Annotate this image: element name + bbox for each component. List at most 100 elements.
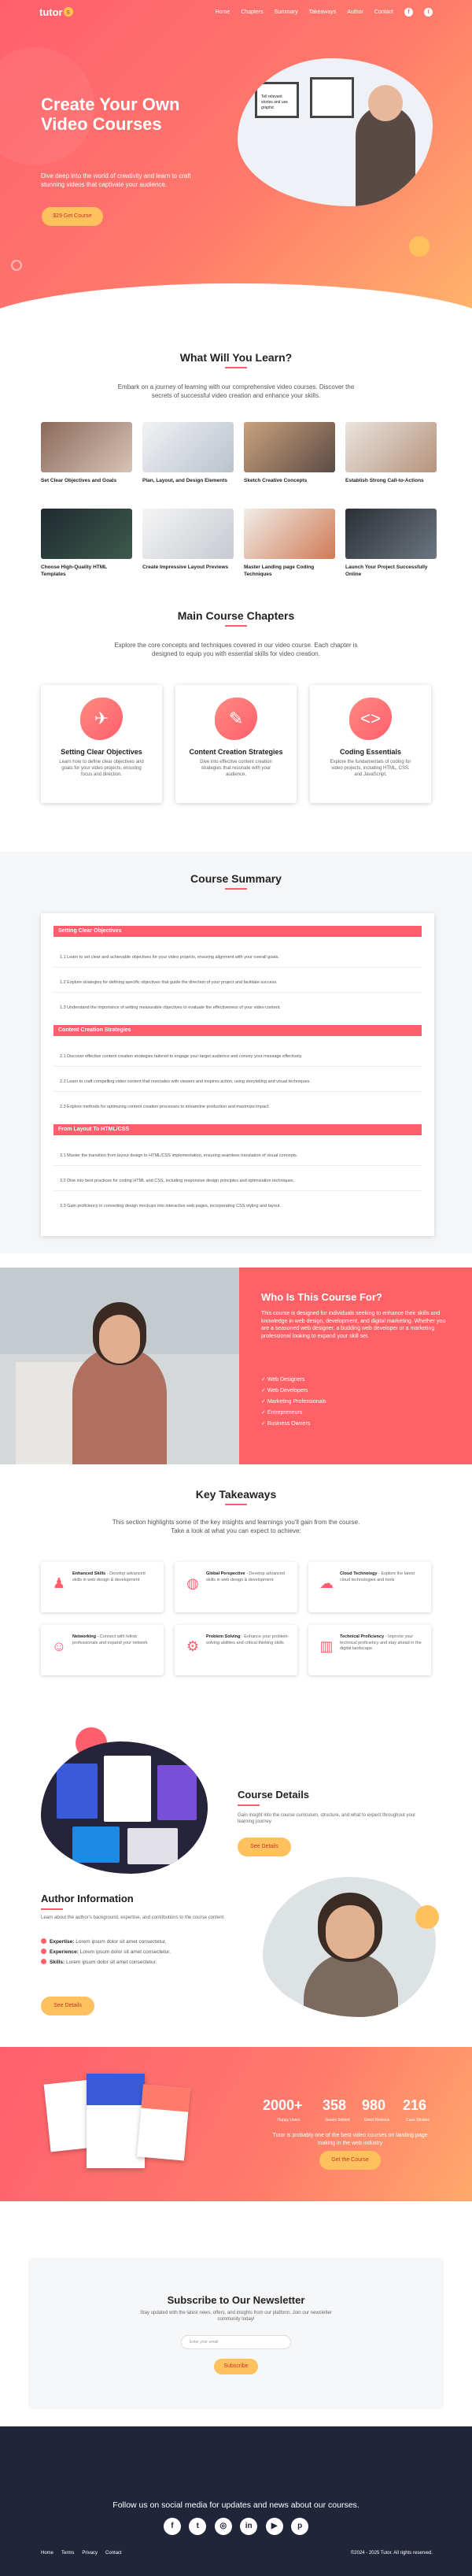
stats-text: Tutor is probably one of the best video … xyxy=(272,2133,428,2146)
summary-heading[interactable]: Content Creation Strategies xyxy=(53,1025,422,1036)
chapter-card[interactable]: ✈ Setting Clear Objectives Learn how to de… xyxy=(41,685,162,803)
screen-shape xyxy=(157,1765,197,1820)
logo[interactable]: tutor s xyxy=(39,6,73,18)
takeaway-card[interactable]: ◍ Global Perspective - Develop advanced s… xyxy=(175,1562,297,1612)
learn-caption: Create Impressive Layout Previews xyxy=(142,564,229,570)
learn-item[interactable]: Choose High-Quality HTML Templates xyxy=(41,509,132,578)
takeaway-card[interactable]: ⚙ Problem Solving - Enhance your problem-… xyxy=(175,1625,297,1675)
facebook-icon[interactable]: f xyxy=(163,2518,181,2535)
stat-number: 358 xyxy=(323,2097,347,2113)
nav-author[interactable]: Author xyxy=(347,9,363,15)
takeaways-title: Key Takeaways xyxy=(195,1488,277,1501)
nav-contact[interactable]: Contact xyxy=(374,9,393,15)
get-the-course-button[interactable]: Get the Course xyxy=(319,2151,381,2170)
title-underline xyxy=(225,1504,247,1505)
learn-item[interactable]: Sketch Creative Concepts xyxy=(244,422,335,484)
stat-label: Issues Solved xyxy=(325,2118,350,2123)
chapter-text: Dive into effective content creation str… xyxy=(200,760,272,777)
summary-heading[interactable]: From Layout To HTML/CSS xyxy=(53,1124,422,1135)
learn-image xyxy=(244,509,335,559)
gear-icon: ⚙ xyxy=(186,1638,200,1654)
stats-section: 2000+ Happy Users 358 Issues Solved 980 … xyxy=(0,2047,472,2201)
learn-caption: Plan, Layout, and Design Elements xyxy=(142,478,227,483)
takeaway-card[interactable]: ☁ Cloud Technology - Explore the latest c… xyxy=(308,1562,431,1612)
who-title: Who Is This Course For? xyxy=(261,1291,382,1303)
instagram-icon[interactable]: ◎ xyxy=(214,2518,232,2535)
nav-chapters[interactable]: Chapters xyxy=(241,9,263,15)
title-underline xyxy=(225,367,247,368)
summary-heading[interactable]: Setting Clear Objectives xyxy=(53,926,422,937)
summary-item: 2.2 Learn to craft compelling video cont… xyxy=(60,1079,311,1084)
globe-icon: ◍ xyxy=(186,1575,199,1591)
takeaway-card[interactable]: ♟ Enhanced Skills - Develop advanced skil… xyxy=(41,1562,164,1612)
learn-image xyxy=(345,422,437,472)
chapter-card[interactable]: ✎ Content Creation Strategies Dive into ef… xyxy=(175,685,297,803)
summary-item: 2.1 Discover effective content creation … xyxy=(60,1054,303,1059)
see-details-button[interactable]: See Details xyxy=(238,1838,291,1856)
page-mockup xyxy=(137,2084,190,2161)
footer-home-link[interactable]: Home xyxy=(41,2551,53,2556)
footer-terms-link[interactable]: Terms xyxy=(61,2551,74,2556)
summary-item: 2.3 Explore methods for optimizing conte… xyxy=(60,1105,270,1109)
nav-summary[interactable]: Summary xyxy=(275,9,298,15)
hero-section: tutor s Home Chapters Summary Takeaways A… xyxy=(0,0,472,323)
learn-caption: Master Landing page Coding Techniques xyxy=(244,564,315,577)
nav-takeaways[interactable]: Takeaways xyxy=(309,9,337,15)
divider xyxy=(53,1066,422,1067)
author-title: Author Information xyxy=(41,1893,134,1904)
skills-icon: ♟ xyxy=(52,1575,66,1591)
nav-home[interactable]: Home xyxy=(216,9,230,15)
learn-item[interactable]: Set Clear Objectives and Goals xyxy=(41,422,132,484)
chapter-title: Coding Essentials xyxy=(339,748,402,756)
who-list-item: ✓ Marketing Professionals xyxy=(261,1399,326,1405)
summary-item: 3.1 Master the transition from layout de… xyxy=(60,1153,298,1158)
summary-item: 3.3 Gain proficiency in converting desig… xyxy=(60,1204,281,1208)
chart-icon: ▥ xyxy=(319,1638,334,1654)
learn-item[interactable]: Launch Your Project Successfully Online xyxy=(345,509,437,578)
stat-label: Good Reviews xyxy=(363,2118,390,2123)
author-bullet: Skills: Lorem ipsum dolor sit amet conse… xyxy=(41,1959,157,1965)
subscribe-button[interactable]: Subscribe xyxy=(214,2359,258,2374)
decor-ring xyxy=(11,260,22,271)
linkedin-icon[interactable]: in xyxy=(240,2518,258,2535)
newsletter-section: Subscribe to Our Newsletter Stay updated… xyxy=(28,2258,444,2409)
title-underline xyxy=(238,1804,260,1806)
chapter-text: Explore the fundamentals of coding for v… xyxy=(330,760,411,777)
divider xyxy=(53,1190,422,1191)
get-course-button[interactable]: $29 Get Course xyxy=(42,207,103,226)
footer-contact-link[interactable]: Contact xyxy=(105,2551,122,2556)
email-input[interactable]: Enter your email xyxy=(181,2335,291,2349)
page-mockup xyxy=(87,2074,145,2168)
chapter-title: Setting Clear Objectives xyxy=(61,748,142,756)
decor-dot xyxy=(409,236,430,257)
learn-item[interactable]: Establish Strong Call-to-Actions xyxy=(345,422,437,484)
summary-item: 1.3 Understand the importance of setting… xyxy=(60,1005,281,1010)
learn-caption: Choose High-Quality HTML Templates xyxy=(41,564,108,577)
youtube-icon[interactable]: ▶ xyxy=(265,2518,283,2535)
twitter-icon[interactable]: t xyxy=(424,7,433,17)
person-head-shape xyxy=(368,85,403,121)
chapters-description: Explore the core concepts and techniques… xyxy=(114,642,358,657)
chapter-card[interactable]: <> Coding Essentials Explore the fundament… xyxy=(310,685,431,803)
who-image xyxy=(0,1268,239,1464)
author-details-button[interactable]: See Details xyxy=(41,1997,94,2015)
takeaway-card[interactable]: ▥ Technical Proficiency - Improve your te… xyxy=(308,1625,431,1675)
pinterest-icon[interactable]: p xyxy=(291,2518,309,2535)
footer-privacy-link[interactable]: Privacy xyxy=(82,2551,98,2556)
learn-image xyxy=(345,509,437,559)
hero-title: Create Your Own Video Courses xyxy=(41,94,180,134)
stat-number: 2000+ xyxy=(263,2097,303,2113)
learn-item[interactable]: Create Impressive Layout Previews xyxy=(142,509,234,571)
learn-item[interactable]: Master Landing page Coding Techniques xyxy=(244,509,335,578)
who-list-item: ✓ Web Developers xyxy=(261,1388,308,1393)
monitor-text: Tell relevant stories and use graphic xyxy=(261,94,288,110)
summary-title: Course Summary xyxy=(190,872,282,885)
title-underline xyxy=(41,1908,63,1910)
twitter-icon[interactable]: t xyxy=(189,2518,207,2535)
takeaway-card[interactable]: ☺ Networking - Connect with fellow profes… xyxy=(41,1625,164,1675)
title-underline xyxy=(225,888,247,890)
author-bullet: Expertise: Lorem ipsum dolor sit amet co… xyxy=(41,1938,167,1945)
learn-item[interactable]: Plan, Layout, and Design Elements xyxy=(142,422,234,484)
pencil-icon: ✎ xyxy=(215,698,257,740)
facebook-icon[interactable]: f xyxy=(404,7,413,17)
